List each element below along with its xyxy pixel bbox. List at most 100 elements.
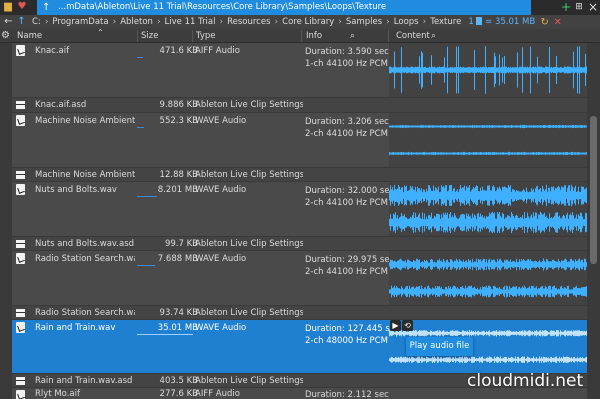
size-bar: [137, 265, 155, 266]
crumb-core-library[interactable]: Core Library: [282, 17, 334, 27]
file-name: Machine Noise Ambient....: [35, 116, 135, 126]
table-row-selected[interactable]: Rain and Train.wav 35.01 MB WAVE Audio D…: [12, 320, 587, 373]
crumb-live[interactable]: Live 11 Trial: [165, 17, 216, 27]
file-info: Duration: 2.112 sec: [305, 389, 391, 399]
table-row[interactable]: Nuts and Bolts.wav.asd 99.7 KB Ableton L…: [12, 237, 587, 250]
column-info[interactable]: Info: [306, 29, 322, 43]
zoom-icon[interactable]: ⌕: [431, 29, 436, 43]
crumb-drive[interactable]: C:: [32, 17, 41, 27]
play-icon[interactable]: ▶: [390, 320, 401, 331]
vertical-scrollbar[interactable]: [587, 43, 600, 399]
file-type: WAVE Audio: [195, 254, 247, 264]
crumb-separator: ›: [274, 17, 279, 27]
file-size: 277.6 KB: [159, 389, 198, 399]
table-row[interactable]: Radio Station Search.wav 7.688 MB WAVE A…: [12, 251, 587, 305]
table-row[interactable]: Nuts and Bolts.wav 8.201 MB WAVE Audio D…: [12, 182, 587, 236]
audio-file-icon: [16, 115, 25, 126]
table-row[interactable]: Machine Noise Ambient.... 552.3 KB WAVE …: [12, 113, 587, 167]
column-type[interactable]: Type: [196, 29, 216, 43]
file-size: 552.3 KB: [159, 116, 198, 126]
waveform: [389, 258, 587, 298]
crumb-resources[interactable]: Resources: [227, 17, 270, 27]
crumb-separator: ›: [112, 17, 117, 27]
crumb-loops[interactable]: Loops: [394, 17, 419, 27]
waveform-trace: [389, 258, 587, 298]
gear-icon[interactable]: ⚙: [1, 30, 10, 42]
back-icon[interactable]: ←: [2, 15, 15, 29]
audio-file-icon: [16, 253, 25, 264]
column-divider[interactable]: [301, 30, 302, 42]
file-size: 99.7 KB: [164, 239, 198, 249]
crumb-ableton[interactable]: Ableton: [120, 17, 153, 27]
crumb-texture[interactable]: Texture: [430, 17, 461, 27]
tab-current-folder[interactable]: ↑ ...mData\Ableton\Live 11 Trial\Resourc…: [37, 0, 531, 15]
info-format: 2-ch 44100 Hz PCM: [305, 129, 388, 139]
file-type: Ableton Live Clip Settings: [195, 376, 303, 386]
cancel-icon[interactable]: ✕: [551, 17, 564, 28]
info-duration: Duration: 127.445 sec: [305, 324, 391, 334]
crumb-separator: ›: [422, 17, 427, 27]
search-icon[interactable]: ⌕: [350, 29, 355, 43]
size-bar: [137, 334, 193, 335]
file-info: Duration: 127.445 sec 2-ch 48000 Hz PCM: [305, 323, 391, 347]
up-folder-icon[interactable]: ↑: [15, 15, 28, 29]
file-name: Rain and Train.wav.asd: [35, 376, 133, 386]
crumb-separator: ›: [338, 17, 342, 27]
file-type: WAVE Audio: [195, 185, 247, 195]
waveform: [389, 46, 587, 94]
file-icon: [476, 17, 483, 25]
file-name: Knac.aif.asd: [35, 100, 87, 110]
table-row[interactable]: Machine Noise Ambient.... 12.88 KB Ablet…: [12, 168, 587, 181]
scrollbar-thumb[interactable]: [590, 116, 597, 264]
file-list: Knac.aif 471.6 KB AIFF Audio Duration: 3…: [12, 43, 587, 399]
table-row[interactable]: Knac.aif.asd 9.886 KB Ableton Live Clip …: [12, 98, 587, 112]
table-row[interactable]: Radio Station Search.wav... 93.74 KB Abl…: [12, 306, 587, 319]
sort-asc-icon: ⌃: [97, 28, 104, 37]
column-divider[interactable]: [388, 30, 389, 42]
file-name: Nuts and Bolts.wav.asd: [35, 239, 135, 249]
file-info: Duration: 29.975 sec 2-ch 44100 Hz PCM: [305, 254, 391, 278]
heart-icon[interactable]: ♥: [16, 1, 28, 13]
file-name: Radio Station Search.wav...: [35, 308, 135, 318]
clip-settings-icon: [16, 240, 25, 248]
column-divider[interactable]: [192, 30, 193, 42]
close-icon[interactable]: ×: [586, 0, 600, 15]
crumb-samples[interactable]: Samples: [346, 17, 382, 27]
file-name: Rain and Train.wav: [35, 323, 116, 333]
column-content[interactable]: Content: [396, 29, 430, 43]
refresh-icon[interactable]: ↻: [538, 17, 551, 28]
info-duration: Duration: 2.112 sec: [305, 390, 389, 399]
file-name: Knac.aif: [35, 46, 70, 56]
info-duration: Duration: 3.590 sec: [305, 47, 389, 57]
column-divider[interactable]: [137, 30, 138, 42]
file-size: 403.5 KB: [159, 376, 198, 386]
column-size[interactable]: Size: [141, 29, 158, 43]
size-bar: [137, 196, 157, 197]
waveform: [389, 124, 587, 156]
file-info: Duration: 32.000 sec 2-ch 44100 Hz PCM: [305, 185, 391, 209]
crumb-programdata[interactable]: ProgramData: [52, 17, 108, 27]
watermark: cloudmidi.net: [467, 371, 584, 391]
crumb-separator: ›: [44, 17, 49, 27]
file-info: Duration: 3.590 sec 1-ch 44100 Hz PCM: [305, 46, 391, 70]
table-row[interactable]: Knac.aif 471.6 KB AIFF Audio Duration: 3…: [12, 43, 587, 97]
grid-icon[interactable]: ⊞: [572, 0, 586, 15]
folder-icon[interactable]: ▆: [2, 1, 14, 13]
add-tab-icon[interactable]: +: [559, 0, 573, 15]
info-duration: Duration: 3.206 sec: [305, 117, 389, 127]
selection-size: = 35.01 MB: [485, 17, 536, 27]
size-bar: [137, 57, 143, 58]
info-duration: Duration: 29.975 sec: [305, 255, 391, 265]
file-type: Ableton Live Clip Settings: [195, 100, 303, 110]
up-icon[interactable]: ↑: [42, 0, 50, 15]
audio-file-icon: [16, 390, 25, 399]
waveform-trace: [389, 184, 587, 234]
tab-bar: ▆ ♥ ↑ ...mData\Ableton\Live 11 Trial\Res…: [0, 0, 600, 15]
column-name[interactable]: Name: [17, 29, 42, 43]
loop-icon[interactable]: ⟲: [402, 320, 413, 331]
file-size: 9.886 KB: [159, 100, 198, 110]
file-size: 8.201 MB: [157, 185, 198, 195]
crumb-separator: ›: [219, 17, 224, 27]
clip-settings-icon: [16, 377, 25, 385]
file-type: AIFF Audio: [195, 389, 240, 399]
